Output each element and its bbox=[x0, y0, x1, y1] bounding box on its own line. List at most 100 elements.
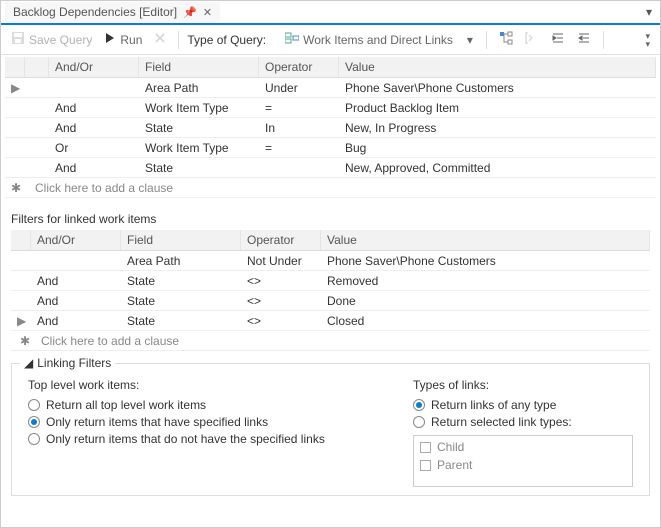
clause-row[interactable]: AndState New, Approved, Committed bbox=[5, 158, 656, 178]
clause-row[interactable]: AndWork Item Type=Product Backlog Item bbox=[5, 98, 656, 118]
operator-cell[interactable]: Not Under bbox=[241, 252, 321, 270]
andor-cell[interactable]: And bbox=[31, 292, 121, 310]
row-marker-icon bbox=[11, 259, 31, 263]
indent-button[interactable] bbox=[547, 29, 569, 50]
field-cell[interactable]: Area Path bbox=[121, 252, 241, 270]
link-type-radio-option[interactable]: Return links of any type bbox=[413, 398, 633, 412]
link-types-column: Types of links: Return links of any type… bbox=[413, 378, 633, 487]
link-type-radio-option[interactable]: Return selected link types: bbox=[413, 415, 633, 429]
field-cell[interactable]: State bbox=[139, 119, 259, 137]
andor-cell[interactable] bbox=[31, 259, 121, 263]
row-marker-icon bbox=[5, 146, 25, 150]
pin-icon[interactable]: 📌 bbox=[183, 6, 197, 19]
collapse-icon: ◢ bbox=[24, 356, 33, 370]
operator-cell[interactable]: Under bbox=[259, 79, 339, 97]
linked-add-clause-text: Click here to add a clause bbox=[39, 332, 185, 350]
andor-cell[interactable] bbox=[49, 86, 139, 90]
field-cell[interactable]: State bbox=[121, 272, 241, 290]
value-cell[interactable]: Closed bbox=[321, 312, 650, 330]
top-level-radio-option[interactable]: Only return items that have specified li… bbox=[28, 415, 389, 429]
clause-row[interactable]: OrWork Item Type=Bug bbox=[5, 138, 656, 158]
value-cell[interactable]: Phone Saver\Phone Customers bbox=[339, 79, 656, 97]
andor-cell[interactable]: And bbox=[31, 312, 121, 330]
value-cell[interactable]: New, In Progress bbox=[339, 119, 656, 137]
ungroup-icon bbox=[525, 31, 539, 48]
operator-cell[interactable] bbox=[259, 166, 339, 170]
andor-cell[interactable]: Or bbox=[49, 139, 139, 157]
top-level-column: Top level work items: Return all top lev… bbox=[28, 378, 389, 487]
linked-clause-row[interactable]: Area PathNot UnderPhone Saver\Phone Cust… bbox=[11, 251, 650, 271]
value-cell[interactable]: Done bbox=[321, 292, 650, 310]
field-cell[interactable]: Area Path bbox=[139, 79, 259, 97]
outdent-button[interactable] bbox=[573, 29, 595, 50]
field-cell[interactable]: State bbox=[139, 159, 259, 177]
radio-label: Only return items that have specified li… bbox=[46, 415, 268, 429]
tab-dropdown-icon[interactable]: ▾ bbox=[638, 5, 660, 19]
radio-label: Return selected link types: bbox=[431, 415, 572, 429]
field-cell[interactable]: State bbox=[121, 292, 241, 310]
toolbar-overflow-button[interactable]: ▾▾ bbox=[641, 30, 654, 50]
linked-clause-row[interactable]: ▶AndState<>Closed bbox=[11, 311, 650, 331]
linked-header-field: Field bbox=[121, 230, 241, 250]
field-cell[interactable]: Work Item Type bbox=[139, 99, 259, 117]
top-level-radio-option[interactable]: Return all top level work items bbox=[28, 398, 389, 412]
row-marker-icon bbox=[5, 166, 25, 170]
type-of-query-label: Type of Query: bbox=[187, 33, 266, 47]
operator-cell[interactable]: <> bbox=[241, 292, 321, 310]
operator-cell[interactable]: = bbox=[259, 139, 339, 157]
linked-header-value: Value bbox=[321, 230, 650, 250]
linked-section-title: Filters for linked work items bbox=[11, 210, 650, 228]
tree-icon bbox=[499, 31, 513, 48]
run-button[interactable]: Run bbox=[100, 30, 146, 49]
linked-add-clause-row[interactable]: ✱ Click here to add a clause bbox=[11, 331, 650, 351]
ungroup-button[interactable] bbox=[521, 29, 543, 50]
row-marker-icon bbox=[5, 106, 25, 110]
andor-cell[interactable]: And bbox=[31, 272, 121, 290]
andor-cell[interactable]: And bbox=[49, 159, 139, 177]
value-cell[interactable]: Product Backlog Item bbox=[339, 99, 656, 117]
linked-clause-row[interactable]: AndState<>Removed bbox=[11, 271, 650, 291]
radio-label: Return all top level work items bbox=[46, 398, 206, 412]
toolbar: Save Query Run Type of Query: Work Items… bbox=[1, 25, 660, 55]
add-clause-row[interactable]: ✱ Click here to add a clause bbox=[5, 178, 656, 198]
operator-cell[interactable]: = bbox=[259, 99, 339, 117]
top-level-label: Top level work items: bbox=[28, 378, 389, 392]
query-type-dropdown[interactable]: Work Items and Direct Links ▾ bbox=[280, 29, 478, 50]
field-cell[interactable]: Work Item Type bbox=[139, 139, 259, 157]
value-cell[interactable]: Phone Saver\Phone Customers bbox=[321, 252, 650, 270]
link-type-checkbox-item[interactable]: Child bbox=[416, 438, 630, 456]
header-operator: Operator bbox=[259, 57, 339, 77]
header-value: Value bbox=[339, 57, 656, 77]
play-icon bbox=[104, 32, 116, 47]
delete-button[interactable] bbox=[150, 30, 170, 49]
top-level-radio-option[interactable]: Only return items that do not have the s… bbox=[28, 432, 389, 446]
field-cell[interactable]: State bbox=[121, 312, 241, 330]
linked-clause-row[interactable]: AndState<>Done bbox=[11, 291, 650, 311]
run-label: Run bbox=[120, 33, 142, 47]
link-type-checkbox-item[interactable]: Parent bbox=[416, 456, 630, 474]
operator-cell[interactable]: <> bbox=[241, 312, 321, 330]
row-marker-icon bbox=[11, 279, 31, 283]
add-clause-text: Click here to add a clause bbox=[25, 179, 179, 197]
editor-tab[interactable]: Backlog Dependencies [Editor] 📌 ✕ bbox=[5, 2, 220, 22]
linked-grid-header: And/Or Field Operator Value bbox=[11, 230, 650, 251]
header-andor: And/Or bbox=[49, 57, 139, 77]
chevron-down-icon: ▾ bbox=[467, 33, 473, 47]
linked-header-operator: Operator bbox=[241, 230, 321, 250]
linking-section-header[interactable]: ◢ Linking Filters bbox=[20, 356, 115, 370]
link-types-listbox[interactable]: ChildParent bbox=[413, 435, 633, 487]
operator-cell[interactable]: In bbox=[259, 119, 339, 137]
value-cell[interactable]: Removed bbox=[321, 272, 650, 290]
value-cell[interactable]: Bug bbox=[339, 139, 656, 157]
andor-cell[interactable]: And bbox=[49, 119, 139, 137]
operator-cell[interactable]: <> bbox=[241, 272, 321, 290]
indent-icon bbox=[551, 31, 565, 48]
close-icon[interactable]: ✕ bbox=[203, 6, 212, 19]
value-cell[interactable]: New, Approved, Committed bbox=[339, 159, 656, 177]
andor-cell[interactable]: And bbox=[49, 99, 139, 117]
save-query-button[interactable]: Save Query bbox=[7, 29, 96, 50]
tree-button[interactable] bbox=[495, 29, 517, 50]
linked-filters-section: Filters for linked work items And/Or Fie… bbox=[11, 210, 650, 351]
clause-row[interactable]: AndStateInNew, In Progress bbox=[5, 118, 656, 138]
clause-row[interactable]: ▶Area PathUnderPhone Saver\Phone Custome… bbox=[5, 78, 656, 98]
